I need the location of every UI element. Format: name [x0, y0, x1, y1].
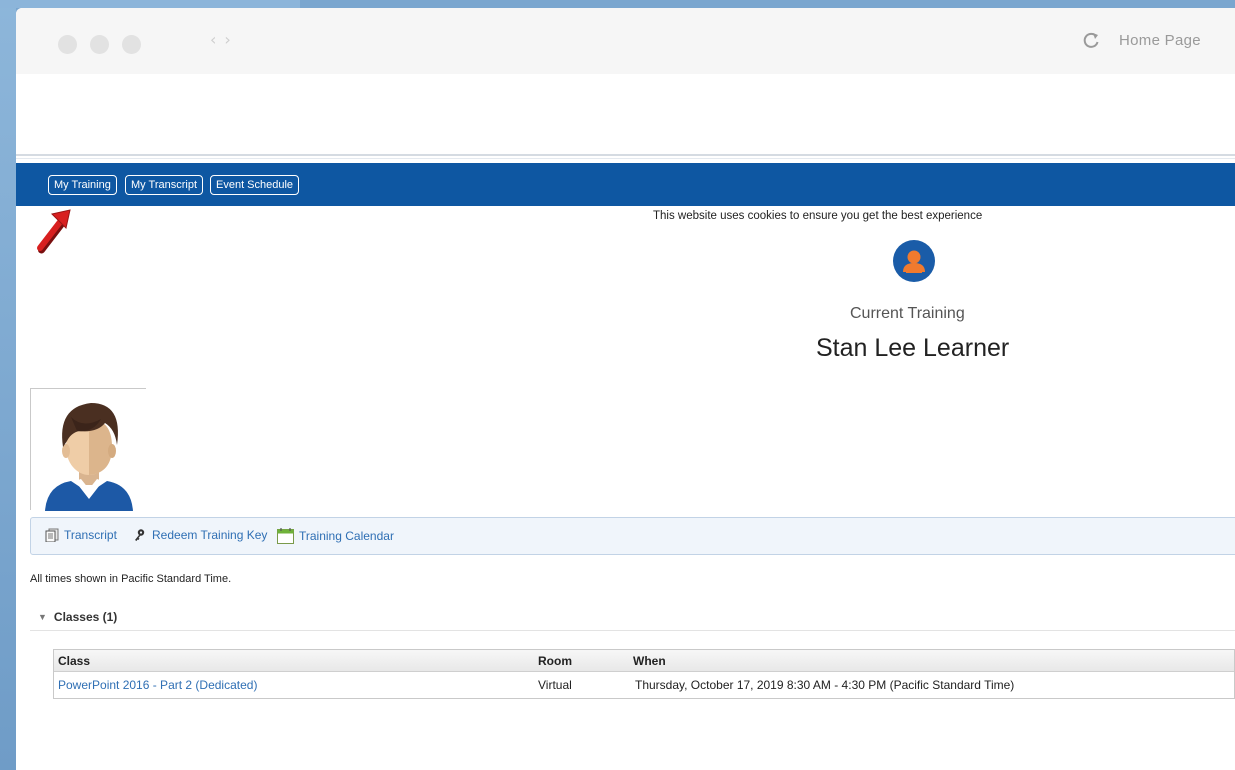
nav-arrows: ‹› [210, 30, 239, 49]
classes-toggle-label: Classes (1) [53, 610, 118, 624]
column-header-room[interactable]: Room [538, 654, 572, 668]
class-when: Thursday, October 17, 2019 8:30 AM - 4:3… [635, 678, 1015, 692]
caret-down-icon: ▼ [38, 612, 47, 622]
nav-my-transcript-button[interactable]: My Transcript [125, 175, 204, 195]
classes-section-toggle[interactable]: ▼ Classes (1) [38, 610, 117, 624]
timezone-note: All times shown in Pacific Standard Time… [30, 573, 232, 585]
window-zoom-dot[interactable] [122, 35, 141, 54]
document-icon [45, 528, 59, 542]
annotation-arrow-icon [37, 209, 71, 254]
toolbar-training-calendar-link[interactable]: Training Calendar [277, 528, 394, 544]
classes-divider [30, 630, 1235, 631]
browser-window: ‹› Home Page My Training My Transcript E… [16, 8, 1235, 770]
forward-arrow-icon[interactable]: › [224, 30, 238, 49]
desktop-background [0, 0, 16, 770]
header-divider-secondary [16, 158, 1235, 159]
reload-icon[interactable] [1082, 30, 1100, 50]
header-divider [16, 154, 1235, 156]
toolbar-item-label: Training Calendar [299, 529, 394, 543]
avatar-image [31, 389, 147, 511]
column-header-class[interactable]: Class [58, 654, 90, 668]
toolbar-redeem-key-link[interactable]: Redeem Training Key [133, 528, 267, 542]
column-header-when[interactable]: When [633, 654, 666, 668]
nav-my-training-button[interactable]: My Training [48, 175, 117, 195]
home-page-link[interactable]: Home Page [1119, 32, 1201, 49]
toolbar-item-label: Transcript [64, 528, 117, 542]
class-room: Virtual [538, 678, 572, 692]
profile-circle-icon [893, 240, 935, 282]
key-icon [135, 529, 145, 541]
table-header: Class Room When [54, 650, 1234, 672]
desktop-background-tab [0, 0, 300, 8]
toolbar-transcript-link[interactable]: Transcript [45, 528, 117, 542]
window-close-dot[interactable] [58, 35, 77, 54]
avatar [30, 388, 147, 511]
user-icon [903, 250, 925, 273]
browser-toolbar: ‹› Home Page [16, 8, 1235, 74]
back-arrow-icon[interactable]: ‹ [210, 30, 224, 49]
classes-table: Class Room When PowerPoint 2016 - Part 2… [53, 649, 1235, 699]
toolbar-item-label: Redeem Training Key [152, 528, 268, 542]
learner-name: Stan Lee Learner [816, 334, 1010, 362]
window-minimize-dot[interactable] [90, 35, 109, 54]
cookie-notice: This website uses cookies to ensure you … [653, 210, 983, 222]
main-navbar: My Training My Transcript Event Schedule [16, 163, 1235, 206]
calendar-icon [277, 528, 294, 544]
nav-event-schedule-button[interactable]: Event Schedule [210, 175, 300, 195]
class-title-link[interactable]: PowerPoint 2016 - Part 2 (Dedicated) [58, 678, 257, 692]
section-title: Current Training [850, 305, 965, 322]
training-toolbar: Transcript Redeem Training Key Training … [30, 517, 1235, 555]
